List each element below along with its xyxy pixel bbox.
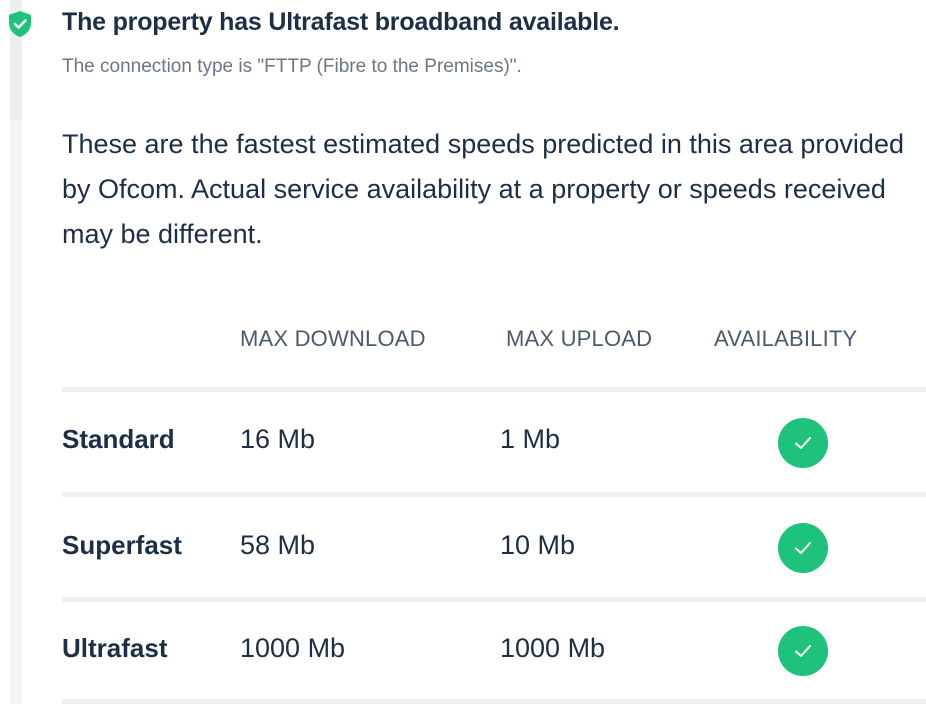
row-label-superfast: Superfast bbox=[62, 530, 182, 560]
download-value: 16 Mb bbox=[240, 424, 316, 454]
upload-value: 10 Mb bbox=[500, 530, 576, 560]
availability-check-icon bbox=[778, 626, 828, 676]
speed-description: These are the fastest estimated speeds p… bbox=[62, 129, 904, 249]
table-divider bbox=[62, 387, 926, 392]
availability-check-icon bbox=[778, 523, 828, 573]
connection-type-text: The connection type is "FTTP (Fibre to t… bbox=[62, 56, 522, 77]
shield-check-icon bbox=[7, 10, 33, 38]
upload-value: 1 Mb bbox=[500, 424, 561, 454]
row-label-standard: Standard bbox=[62, 424, 175, 454]
column-header-max-download: MAX DOWNLOAD bbox=[240, 326, 426, 351]
column-header-max-upload: MAX UPLOAD bbox=[506, 326, 653, 351]
broadband-panel: The property has Ultrafast broadband ava… bbox=[0, 0, 926, 704]
row-label-ultrafast: Ultrafast bbox=[62, 633, 168, 663]
table-divider bbox=[62, 597, 926, 602]
table-divider bbox=[62, 492, 926, 497]
page-title: The property has Ultrafast broadband ava… bbox=[62, 8, 620, 36]
column-header-availability: AVAILABILITY bbox=[714, 326, 858, 351]
table-divider bbox=[62, 699, 926, 704]
download-value: 1000 Mb bbox=[240, 633, 346, 663]
download-value: 58 Mb bbox=[240, 530, 316, 560]
side-accent-bar bbox=[10, 0, 22, 704]
upload-value: 1000 Mb bbox=[500, 633, 606, 663]
availability-check-icon bbox=[778, 418, 828, 468]
